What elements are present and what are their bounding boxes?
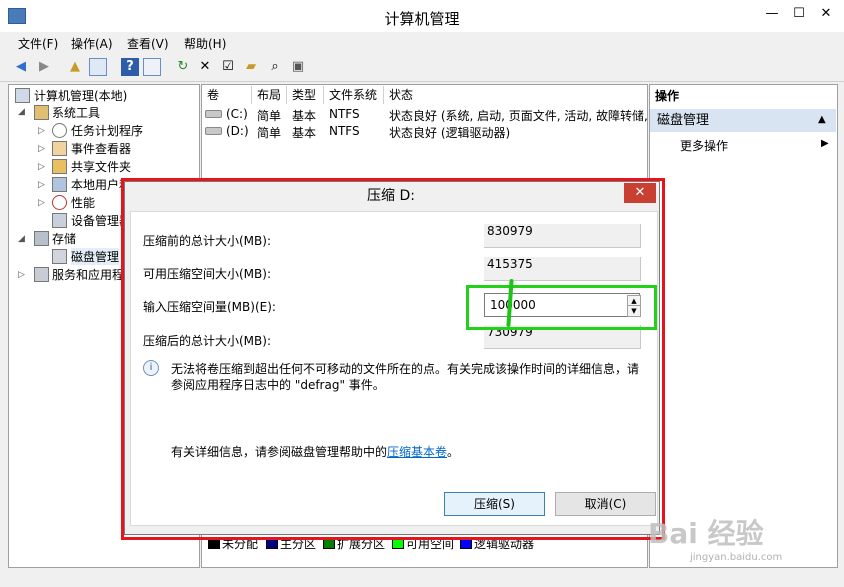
column-header-status[interactable]: 状态 bbox=[384, 86, 644, 104]
up-folder-icon[interactable]: ▲ bbox=[66, 58, 84, 76]
more-actions-link[interactable]: 更多操作 bbox=[680, 137, 728, 154]
computer-icon bbox=[15, 88, 30, 103]
menu-file[interactable]: 文件(F) bbox=[18, 35, 58, 52]
collapsed-triangle-icon[interactable]: ▷ bbox=[38, 144, 45, 154]
collapse-up-icon[interactable]: ▲ bbox=[818, 114, 826, 125]
performance-icon bbox=[52, 195, 67, 210]
delete-icon[interactable]: ✕ bbox=[196, 58, 214, 76]
table-cell-volume[interactable]: (C:) bbox=[226, 107, 248, 121]
table-cell-status: 状态良好 (系统, 启动, 页面文件, 活动, 故障转储, bbox=[389, 109, 648, 123]
actions-pane bbox=[649, 84, 838, 568]
device-manager-icon bbox=[52, 213, 67, 228]
tree-item-event-viewer[interactable]: 事件查看器 bbox=[71, 140, 131, 157]
baidu-watermark: Bai 经验 bbox=[648, 517, 764, 550]
green-highlight-box bbox=[466, 285, 657, 330]
table-cell-status: 状态良好 (逻辑驱动器) bbox=[389, 126, 511, 140]
chevron-right-icon[interactable]: ▶ bbox=[821, 138, 829, 149]
red-highlight-box bbox=[121, 178, 665, 540]
tree-item-task-scheduler[interactable]: 任务计划程序 bbox=[71, 122, 143, 139]
forward-arrow-icon[interactable]: ▶ bbox=[35, 58, 53, 76]
collapsed-triangle-icon[interactable]: ▷ bbox=[38, 180, 45, 190]
table-cell-filesystem: NTFS bbox=[329, 124, 360, 138]
actions-header: 操作 bbox=[655, 89, 680, 103]
clock-icon bbox=[52, 123, 67, 138]
minimize-button[interactable]: — bbox=[758, 4, 786, 24]
tools-icon bbox=[34, 105, 49, 120]
maximize-button[interactable]: ☐ bbox=[785, 4, 813, 24]
help-icon[interactable]: ? bbox=[121, 58, 139, 76]
tree-item-disk-management[interactable]: 磁盘管理 bbox=[71, 248, 120, 265]
actions-section-disk-management[interactable]: 磁盘管理 bbox=[650, 109, 836, 132]
tree-item-storage[interactable]: 存储 bbox=[52, 230, 76, 247]
properties-icon[interactable] bbox=[143, 58, 161, 76]
shared-folder-icon bbox=[52, 159, 67, 174]
tree-root[interactable]: 计算机管理(本地) bbox=[34, 87, 127, 104]
close-button[interactable]: ✕ bbox=[812, 4, 840, 24]
expanded-triangle-icon[interactable]: ◢ bbox=[18, 234, 25, 244]
collapsed-triangle-icon[interactable]: ▷ bbox=[38, 198, 45, 208]
actions-section-label: 磁盘管理 bbox=[657, 113, 710, 128]
table-cell-filesystem: NTFS bbox=[329, 107, 360, 121]
collapsed-triangle-icon[interactable]: ▷ bbox=[18, 270, 25, 280]
title-bar: 计算机管理 bbox=[0, 0, 844, 32]
back-arrow-icon[interactable]: ◀ bbox=[12, 58, 30, 76]
column-header-layout[interactable]: 布局 bbox=[252, 86, 287, 104]
menu-help[interactable]: 帮助(H) bbox=[184, 35, 226, 52]
checklist-icon[interactable]: ☑ bbox=[219, 58, 237, 76]
storage-icon bbox=[34, 231, 49, 246]
table-cell-type: 基本 bbox=[292, 109, 317, 123]
drive-icon bbox=[205, 127, 222, 135]
tree-item-system-tools[interactable]: 系统工具 bbox=[52, 104, 100, 121]
disk-management-icon bbox=[52, 249, 67, 264]
column-header-volume[interactable]: 卷 bbox=[202, 86, 252, 104]
disk-icon[interactable]: ▣ bbox=[289, 58, 307, 76]
table-cell-volume[interactable]: (D:) bbox=[226, 124, 249, 138]
window-title: 计算机管理 bbox=[384, 10, 460, 28]
column-header-filesystem[interactable]: 文件系统 bbox=[324, 86, 384, 104]
column-header-type[interactable]: 类型 bbox=[287, 86, 324, 104]
refresh-icon[interactable]: ↻ bbox=[174, 58, 192, 76]
show-tree-icon[interactable] bbox=[89, 58, 107, 76]
table-cell-layout: 简单 bbox=[257, 109, 282, 123]
table-cell-layout: 简单 bbox=[257, 126, 282, 140]
drive-icon bbox=[205, 110, 222, 118]
baidu-watermark-url: jingyan.baidu.com bbox=[690, 552, 783, 563]
event-viewer-icon bbox=[52, 141, 67, 156]
search-icon[interactable]: ⌕ bbox=[266, 58, 284, 76]
collapsed-triangle-icon[interactable]: ▷ bbox=[38, 162, 45, 172]
menu-view[interactable]: 查看(V) bbox=[127, 35, 169, 52]
services-icon bbox=[34, 267, 49, 282]
tree-item-shared-folders[interactable]: 共享文件夹 bbox=[71, 158, 131, 175]
table-cell-type: 基本 bbox=[292, 126, 317, 140]
users-icon bbox=[52, 177, 67, 192]
menu-action[interactable]: 操作(A) bbox=[71, 35, 113, 52]
tree-item-performance[interactable]: 性能 bbox=[71, 194, 95, 211]
open-folder-icon[interactable]: ▰ bbox=[242, 58, 260, 76]
collapsed-triangle-icon[interactable]: ▷ bbox=[38, 126, 45, 136]
expanded-triangle-icon[interactable]: ◢ bbox=[18, 107, 25, 117]
